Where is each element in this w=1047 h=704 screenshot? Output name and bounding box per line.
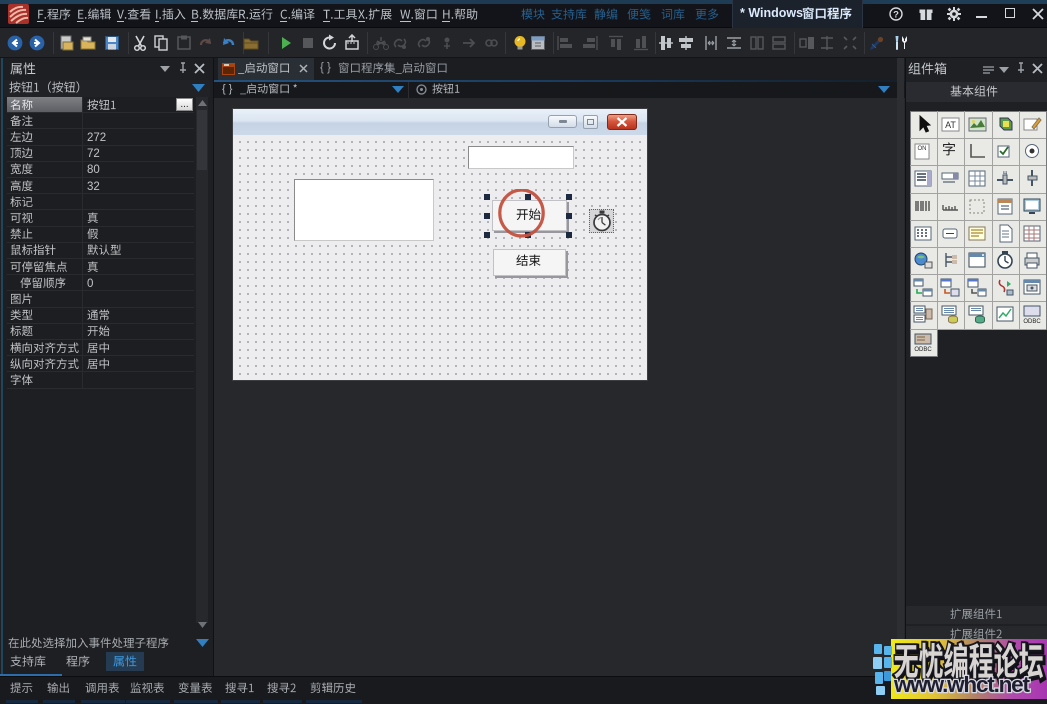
svg-text:ON: ON [918, 146, 927, 152]
svg-text:AT: AT [945, 120, 956, 130]
svg-text:?: ? [893, 10, 899, 21]
svg-text:ODBC: ODBC [1023, 319, 1041, 325]
svg-text:www.whct.net: www.whct.net [893, 672, 1030, 697]
svg-text:ODBC: ODBC [914, 347, 932, 353]
svg-text:щ: щ [1003, 170, 1007, 176]
